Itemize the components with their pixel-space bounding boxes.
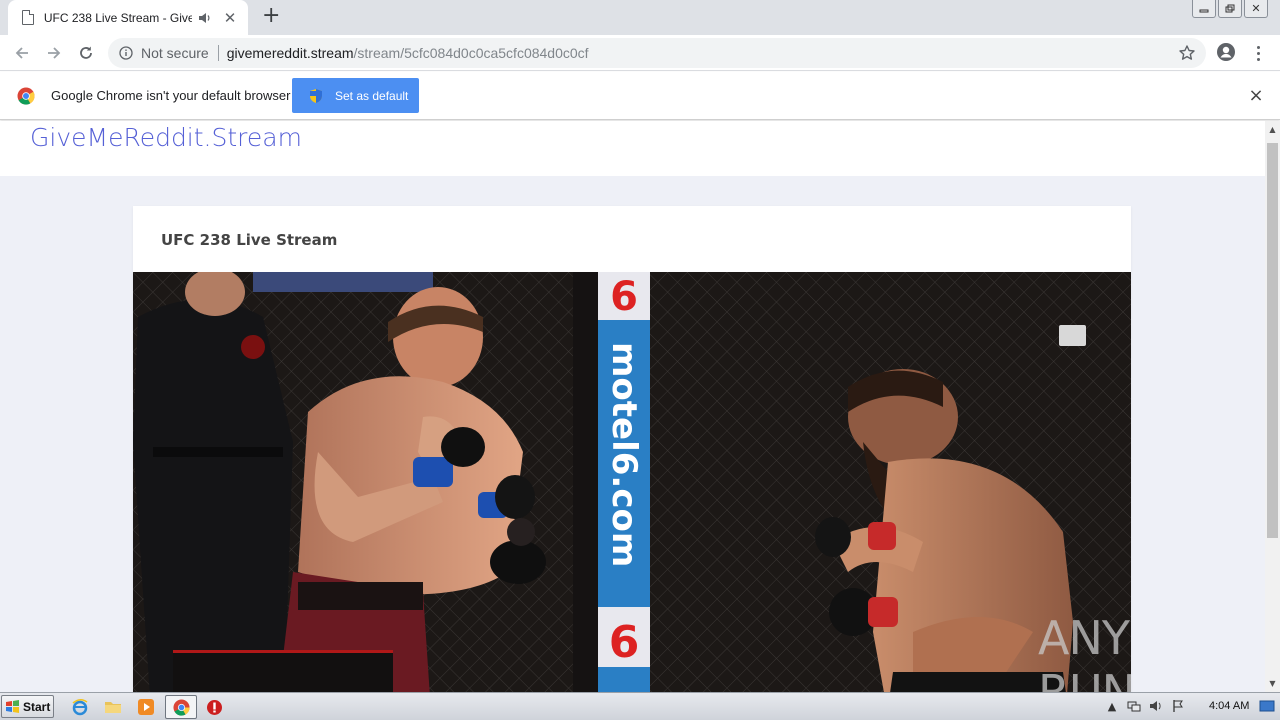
browser-tab[interactable]: UFC 238 Live Stream - GiveMeR ✕ <box>8 0 248 35</box>
show-desktop-icon[interactable] <box>1259 698 1276 714</box>
back-icon[interactable] <box>11 42 33 64</box>
video-player[interactable]: 6 motel6.com 6 ANY RUN <box>133 272 1131 692</box>
svg-text:motel6.com: motel6.com <box>604 342 644 567</box>
watermark-text: ANY RUN <box>1038 611 1131 692</box>
site-logo[interactable]: GiveMeReddit.Stream <box>30 123 302 152</box>
page-icon <box>22 10 34 25</box>
stream-title: UFC 238 Live Stream <box>161 231 338 249</box>
site-header: GiveMeReddit.Stream <box>0 121 1265 176</box>
menu-icon[interactable] <box>1250 42 1266 64</box>
page-scrollbar[interactable]: ▲ ▼ <box>1265 121 1280 692</box>
url-path: /stream/5cfc084d0c0ca5cfc084d0c0cf <box>353 45 589 61</box>
scroll-down-icon[interactable]: ▼ <box>1265 675 1280 692</box>
tab-close-icon[interactable]: ✕ <box>222 10 238 26</box>
anyrun-watermark: ANY RUN <box>1038 611 1131 692</box>
security-label: Not secure <box>141 45 209 61</box>
scroll-up-icon[interactable]: ▲ <box>1265 121 1280 138</box>
infobar-message: Google Chrome isn't your default browser <box>51 88 291 103</box>
svg-text:6: 6 <box>609 617 640 668</box>
start-label: Start <box>23 699 51 714</box>
new-tab-button[interactable]: + <box>262 5 280 27</box>
forward-icon[interactable] <box>43 42 65 64</box>
speaker-icon[interactable] <box>198 11 214 25</box>
omnibox-divider <box>217 45 219 61</box>
folder-icon[interactable] <box>103 697 123 717</box>
url-host: givemereddit.stream <box>226 45 354 61</box>
set-as-default-button[interactable]: Set as default <box>292 78 419 113</box>
chrome-icon <box>17 87 35 105</box>
svg-text:6: 6 <box>610 274 638 320</box>
page-viewport: GiveMeReddit.Stream UFC 238 Live Stream <box>0 121 1265 692</box>
minimize-icon[interactable] <box>1192 0 1216 18</box>
stop-icon[interactable] <box>204 697 224 717</box>
reload-icon[interactable] <box>75 42 97 64</box>
chrome-taskbar-icon[interactable] <box>171 697 191 717</box>
stream-card: UFC 238 Live Stream 6 motel6.com 6 ANY R… <box>133 206 1131 692</box>
default-browser-infobar: Google Chrome isn't your default browser… <box>0 72 1280 120</box>
system-clock[interactable]: 4:04 AM <box>1209 700 1249 712</box>
network-icon[interactable] <box>1126 698 1142 714</box>
tab-title: UFC 238 Live Stream - GiveMeR <box>43 10 193 25</box>
window-controls: ✕ <box>1190 0 1268 18</box>
info-icon[interactable] <box>118 45 134 61</box>
address-bar[interactable]: Not secure givemereddit.stream/stream/5c… <box>108 38 1206 68</box>
tab-strip: UFC 238 Live Stream - GiveMeR ✕ + ✕ <box>0 0 1280 35</box>
internet-explorer-icon[interactable] <box>70 697 90 717</box>
restore-icon[interactable] <box>1218 0 1242 18</box>
scroll-thumb[interactable] <box>1267 143 1278 538</box>
window-close-icon[interactable]: ✕ <box>1244 0 1268 18</box>
media-player-icon[interactable] <box>136 697 156 717</box>
infobar-close-icon[interactable]: × <box>1248 87 1264 105</box>
star-icon[interactable] <box>1178 44 1196 62</box>
action-center-flag-icon[interactable] <box>1170 698 1186 714</box>
show-hidden-icons-icon[interactable]: ▲ <box>1104 698 1120 714</box>
profile-icon[interactable] <box>1216 42 1236 62</box>
volume-icon[interactable] <box>1148 698 1164 714</box>
windows-flag-icon <box>6 700 19 713</box>
windows-taskbar: Start ▲ 4:04 AM <box>0 692 1280 720</box>
video-frame: 6 motel6.com 6 <box>133 272 1131 692</box>
shield-icon <box>308 88 324 104</box>
set-as-default-label: Set as default <box>335 88 409 103</box>
video-overlay-toggle[interactable] <box>1059 325 1086 346</box>
system-tray: ▲ <box>1104 698 1186 714</box>
start-button[interactable]: Start <box>1 695 54 718</box>
browser-toolbar: Not secure givemereddit.stream/stream/5c… <box>0 35 1280 71</box>
